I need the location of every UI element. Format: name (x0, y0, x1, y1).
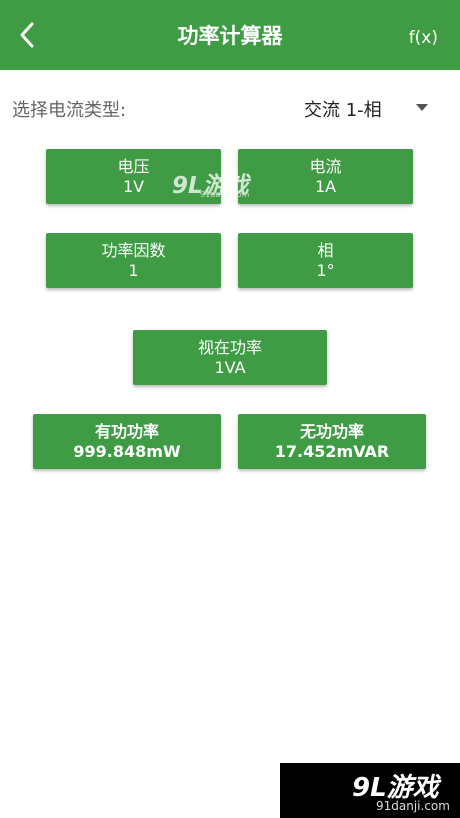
apparent-power-value: 1VA (214, 358, 246, 377)
power-factor-button[interactable]: 功率因数 1 (46, 233, 221, 288)
power-factor-value: 1 (128, 261, 139, 280)
reactive-power-button[interactable]: 无功功率 17.452mVAR (238, 414, 426, 469)
active-power-value: 999.848mW (73, 442, 181, 461)
phase-label: 相 (317, 241, 334, 260)
active-power-label: 有功功率 (94, 422, 159, 441)
apparent-power-button[interactable]: 视在功率 1VA (133, 330, 327, 385)
corner-watermark: 9L游戏 91danji.com (280, 763, 460, 818)
formula-button[interactable]: f(x) (409, 0, 438, 76)
power-factor-label: 功率因数 (101, 241, 166, 260)
current-type-label: 选择电流类型: (12, 100, 127, 121)
dropdown-caret-icon[interactable] (416, 104, 428, 111)
apparent-power-label: 视在功率 (197, 338, 262, 357)
current-type-select[interactable]: 交流 1-相 (304, 96, 382, 122)
phase-button[interactable]: 相 1° (238, 233, 413, 288)
corner-watermark-domain: 91danji.com (376, 799, 450, 813)
watermark-logo: 9L游戏 91danji.com (172, 166, 267, 202)
active-power-button[interactable]: 有功功率 999.848mW (33, 414, 221, 469)
app-bar: 功率计算器 f(x) (0, 0, 460, 70)
reactive-power-value: 17.452mVAR (274, 442, 390, 461)
phase-value: 1° (316, 261, 335, 280)
page-title: 功率计算器 (177, 24, 283, 48)
reactive-power-label: 无功功率 (299, 422, 364, 441)
watermark-domain: 91danji.com (200, 190, 250, 199)
